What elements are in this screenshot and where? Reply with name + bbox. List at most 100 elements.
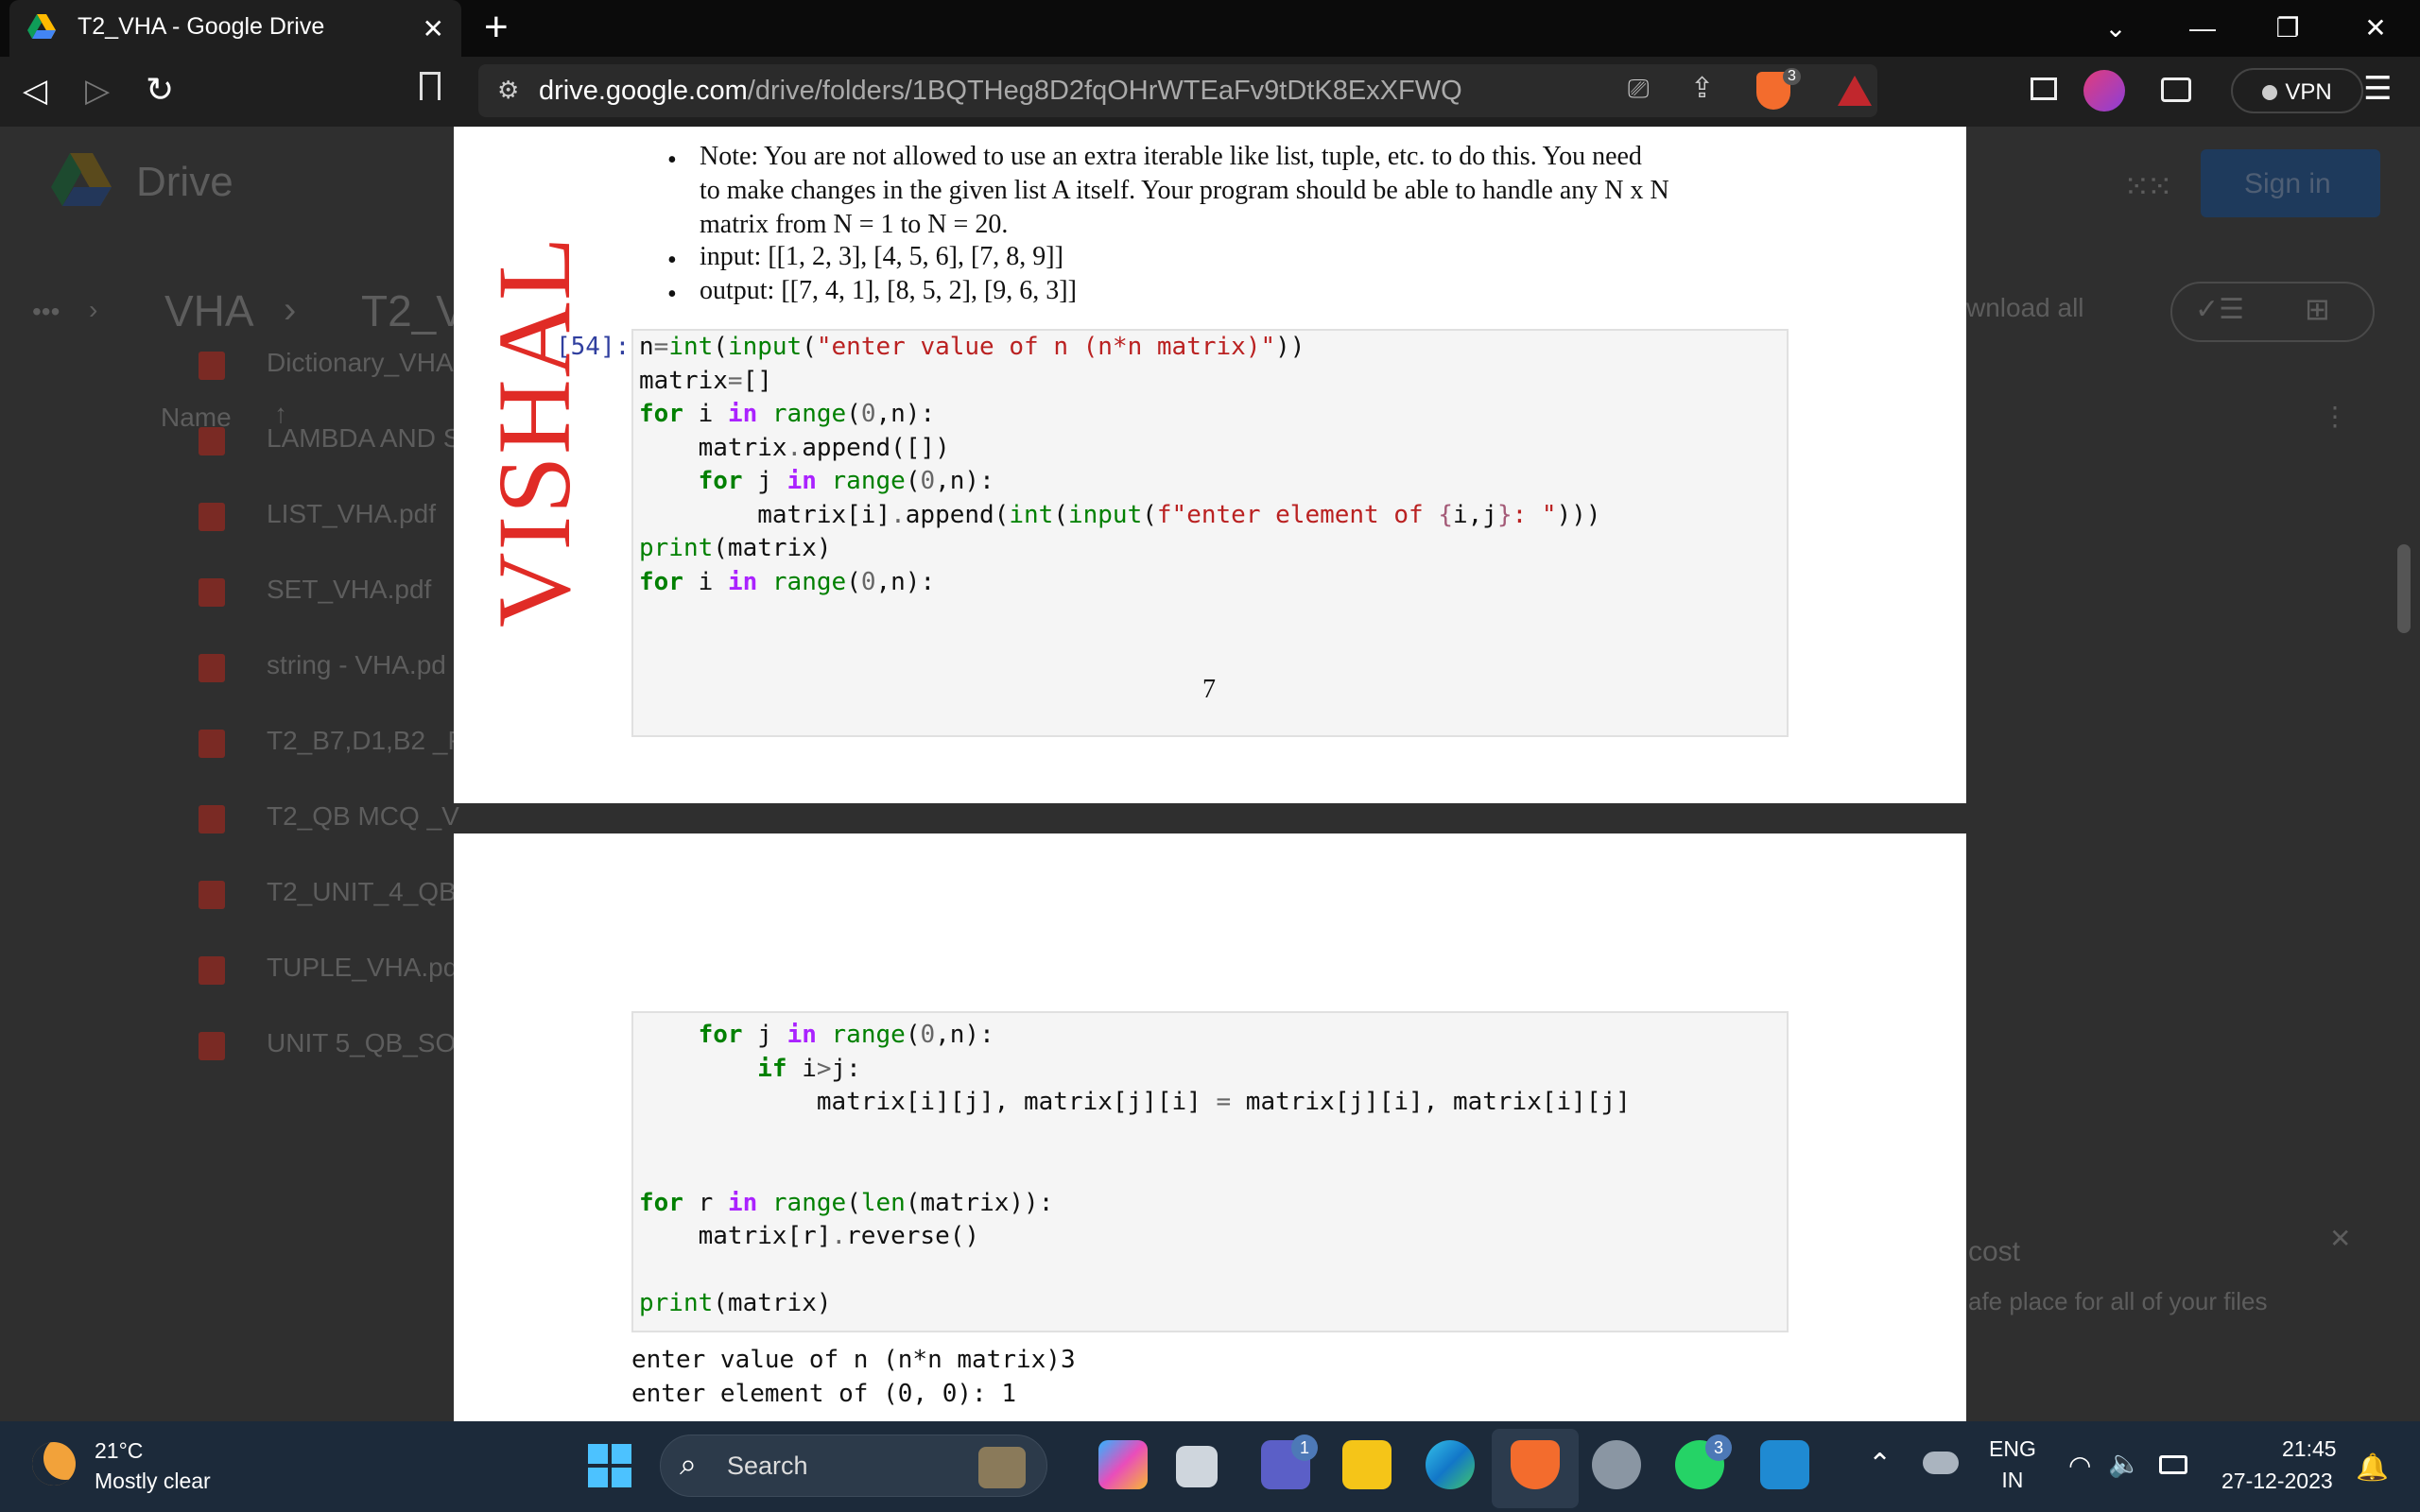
pdf-file-icon: [199, 881, 225, 909]
apps-grid-icon[interactable]: ⁙⁙: [2123, 168, 2173, 206]
note-line-3: matrix from N = 1 to N = 20.: [700, 210, 1009, 239]
scrollbar-thumb[interactable]: [2397, 544, 2411, 633]
output-example: output: [[7, 4, 1], [8, 5, 2], [9, 6, 3]…: [700, 276, 1077, 305]
file-row-name[interactable]: UNIT 5_QB_SO: [267, 1028, 456, 1058]
file-row-name[interactable]: LIST_VHA.pdf: [267, 499, 436, 529]
settings-gear-icon[interactable]: [1592, 1440, 1641, 1489]
menu-icon[interactable]: ☰: [2363, 70, 2392, 108]
code-block-2: for j in range(0,n): if i>j: matrix[i][j…: [639, 1021, 1631, 1317]
download-all-button[interactable]: wnload all: [1966, 293, 2084, 323]
taskbar-search[interactable]: ⌕ Search: [660, 1435, 1047, 1497]
vpn-status-icon: [2262, 85, 2278, 100]
file-explorer-icon[interactable]: [1342, 1440, 1392, 1489]
pdf-page-8: for j in range(0,n): if i>j: matrix[i][j…: [454, 833, 1966, 1421]
file-row-name[interactable]: T2_UNIT_4_QB_: [267, 877, 471, 907]
url-host: drive.google.com: [539, 76, 748, 106]
whatsapp-badge: 3: [1705, 1435, 1732, 1461]
language-label: ENG: [1989, 1436, 2036, 1461]
file-row-name[interactable]: SET_VHA.pdf: [267, 575, 431, 605]
share-icon[interactable]: ⇪: [1690, 72, 1714, 105]
brave-rewards-icon[interactable]: [1838, 76, 1872, 106]
edge-icon[interactable]: [1426, 1440, 1475, 1489]
tab-close-icon[interactable]: ✕: [423, 13, 444, 44]
vpn-button[interactable]: VPN: [2231, 68, 2363, 113]
url-path: /drive/folders/1BQTHeg8D2fqOHrWTEaFv9tDt…: [747, 76, 1462, 106]
breadcrumb-chevron-icon: ›: [89, 295, 98, 324]
breadcrumb-chevron-icon: ›: [284, 289, 297, 331]
close-window-icon[interactable]: ✕: [2342, 6, 2409, 51]
cell-prompt: [54]:: [556, 333, 631, 361]
new-tab-button[interactable]: +: [484, 4, 509, 51]
profile-avatar[interactable]: [2083, 70, 2125, 112]
vscode-icon[interactable]: [1760, 1440, 1809, 1489]
wifi-icon[interactable]: ◠: [2068, 1450, 2091, 1481]
notifications-icon[interactable]: 🔔: [2356, 1452, 2389, 1483]
tab-search-chevron-icon[interactable]: ⌄: [2083, 6, 2149, 51]
pdf-file-icon: [199, 427, 225, 455]
file-row-name[interactable]: LAMBDA AND S: [267, 423, 460, 454]
shield-count-badge: 3: [1783, 68, 1801, 85]
grid-view-icon[interactable]: ⊞: [2305, 291, 2330, 327]
weather-condition: Mostly clear: [95, 1469, 211, 1493]
reload-icon[interactable]: ↻: [146, 70, 174, 110]
restore-icon[interactable]: ❐: [2255, 6, 2321, 51]
clock-time[interactable]: 21:45: [2282, 1436, 2337, 1462]
tab-title: T2_VHA - Google Drive: [78, 13, 325, 40]
pdf-file-icon: [199, 730, 225, 758]
copilot-icon[interactable]: [1098, 1440, 1148, 1489]
cast-icon[interactable]: ⎚: [1628, 74, 1649, 105]
sidebar-toggle-icon[interactable]: [2031, 77, 2057, 100]
forward-icon[interactable]: ▷: [85, 72, 110, 110]
language-indicator[interactable]: ENG IN: [1989, 1436, 2036, 1493]
browser-tab[interactable]: T2_VHA - Google Drive ✕: [9, 0, 461, 57]
file-row-name[interactable]: T2_B7,D1,B2 _P: [267, 726, 465, 756]
bullet-dot: •: [667, 280, 677, 309]
google-drive-favicon-icon: [26, 13, 57, 42]
bullet-dot: •: [667, 146, 677, 175]
windows-start-icon[interactable]: [588, 1444, 631, 1487]
file-row-name[interactable]: TUPLE_VHA.pd: [267, 953, 458, 983]
file-row-name[interactable]: T2_QB MCQ _V: [267, 801, 459, 832]
note-line-2: to make changes in the given list A itse…: [700, 176, 1669, 205]
weather-moon-icon[interactable]: [32, 1442, 76, 1486]
list-view-toggle[interactable]: ✓☰ ⊞: [2170, 282, 2375, 342]
pdf-file-icon: [199, 503, 225, 531]
search-icon: ⌕: [680, 1447, 697, 1481]
file-row-name[interactable]: Dictionary_VHA: [267, 348, 454, 378]
onedrive-icon[interactable]: [1923, 1452, 1959, 1474]
battery-icon[interactable]: [2159, 1455, 2187, 1474]
clock-date[interactable]: 27-12-2023: [2221, 1469, 2333, 1494]
output-line-2: enter element of (0, 0): 1: [631, 1380, 1016, 1408]
wallet-icon[interactable]: [2161, 77, 2191, 102]
drive-logo-text: Drive: [136, 159, 233, 205]
vishal-watermark: VISHAL: [476, 234, 592, 627]
drive-logo-icon: [49, 151, 113, 208]
note-line-1: Note: You are not allowed to use an extr…: [700, 142, 1642, 171]
bookmark-icon[interactable]: [420, 72, 441, 100]
checked-list-icon[interactable]: ✓☰: [2195, 293, 2244, 326]
weather-temperature: 21°C: [95, 1438, 144, 1463]
promo-text: afe place for all of your files: [1968, 1287, 2268, 1315]
breadcrumb-item-vha[interactable]: VHA: [164, 285, 254, 336]
breadcrumb-item-t2[interactable]: T2_V: [361, 285, 465, 336]
code-cell-continued: for j in range(0,n): if i>j: matrix[i][j…: [631, 1011, 1789, 1332]
vpn-label: VPN: [2285, 79, 2332, 105]
back-icon[interactable]: ◁: [23, 72, 47, 110]
search-highlight-icon: [978, 1447, 1026, 1488]
site-settings-icon[interactable]: ⚙: [497, 76, 519, 105]
teams-badge: 1: [1291, 1435, 1318, 1461]
minimize-icon[interactable]: —: [2169, 6, 2236, 51]
more-options-icon[interactable]: ⋮: [2322, 401, 2348, 432]
sign-in-button[interactable]: Sign in: [2201, 149, 2380, 217]
breadcrumb-more[interactable]: •••: [32, 297, 60, 327]
region-label: IN: [2001, 1468, 2024, 1492]
pdf-file-icon: [199, 1032, 225, 1060]
task-view-icon[interactable]: [1176, 1446, 1218, 1487]
promo-close-icon[interactable]: ✕: [2329, 1223, 2351, 1254]
file-row-name[interactable]: string - VHA.pd: [267, 650, 446, 680]
show-hidden-icons-chevron[interactable]: ⌃: [1868, 1448, 1892, 1481]
brave-browser-icon[interactable]: [1511, 1440, 1560, 1489]
pdf-file-icon: [199, 956, 225, 985]
title-bar: T2_VHA - Google Drive ✕ + ⌄ — ❐ ✕: [0, 0, 2420, 57]
volume-icon[interactable]: 🔈: [2108, 1448, 2141, 1479]
